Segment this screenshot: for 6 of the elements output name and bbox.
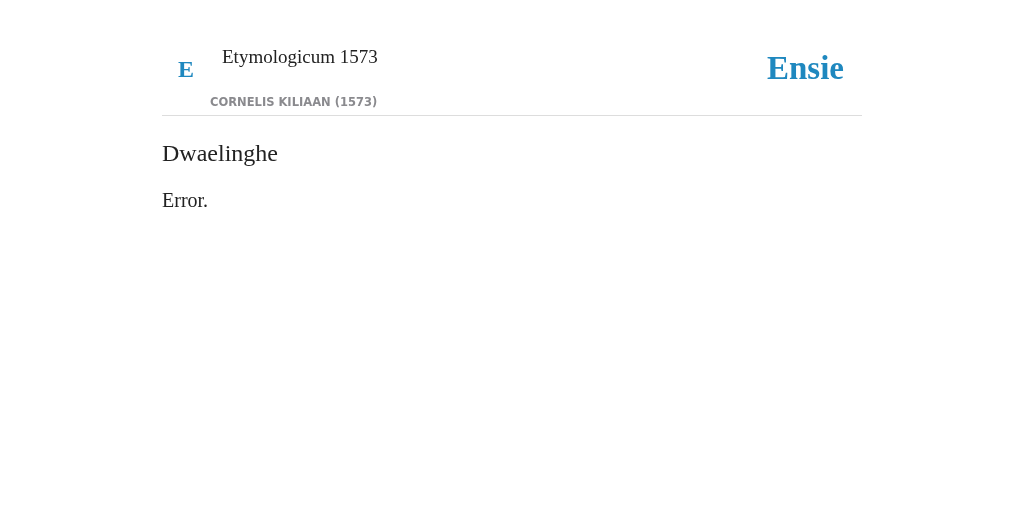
dictionary-author: CORNELIS KILIAAN (1573)	[209, 95, 378, 109]
dictionary-logo: E	[177, 55, 195, 83]
dictionary-title: Etymologicum 1573	[221, 45, 378, 69]
entry-definition: Error.	[162, 189, 210, 212]
entry-term: Dwaelinghe	[162, 140, 279, 167]
site-logo[interactable]: Ensie	[766, 44, 862, 87]
